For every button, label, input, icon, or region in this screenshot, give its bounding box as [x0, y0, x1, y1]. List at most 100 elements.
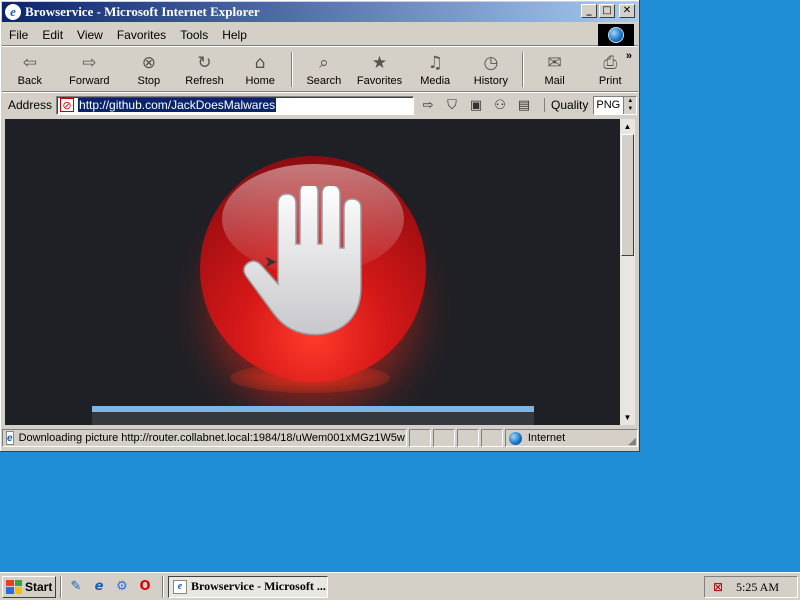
printer-icon: ⎙ — [603, 52, 618, 73]
task-label: Browservice - Microsoft ... — [191, 579, 326, 593]
bookmark-icon[interactable]: ⛉ — [442, 96, 462, 115]
page-content[interactable]: ➤ — [5, 119, 620, 425]
save-page-icon[interactable]: ▣ — [466, 96, 486, 115]
status-bar: e Downloading picture http://router.coll… — [2, 428, 639, 448]
mouse-cursor-icon: ➤ — [264, 252, 278, 271]
hand-icon — [243, 186, 362, 336]
status-panel-empty — [480, 429, 503, 447]
spin-up-icon[interactable]: ▲ — [627, 98, 633, 104]
print-label: Print — [598, 74, 622, 87]
clipboard-icon[interactable]: ▤ — [514, 96, 534, 115]
refresh-button[interactable]: ↻ Refresh — [177, 48, 233, 91]
back-button[interactable]: ⇦ Back — [2, 48, 58, 91]
ie-logo-icon: e — [5, 4, 21, 20]
scroll-down-icon[interactable]: ▼ — [620, 410, 635, 425]
windows-update-icon[interactable]: ⚙ — [112, 577, 132, 597]
page-status-icon: e — [6, 431, 14, 445]
find-binoculars-icon[interactable]: ⚇ — [490, 96, 510, 115]
ie-task-icon: e — [173, 579, 187, 594]
stop-icon: ⊗ — [141, 52, 156, 73]
quality-value: PNG — [596, 99, 621, 111]
window-title: Browservice - Microsoft Internet Explore… — [25, 4, 260, 19]
back-arrow-icon: ⇦ — [22, 52, 37, 73]
browser-window: e Browservice - Microsoft Internet Explo… — [0, 0, 640, 452]
internet-explorer-icon[interactable]: e — [89, 577, 109, 597]
zone-label: Internet — [527, 432, 566, 444]
toolbar-separator — [291, 52, 294, 87]
go-arrow-icon[interactable]: ⇨ — [418, 96, 438, 115]
address-bar: Address ⊘ http://github.com/JackDoesMalw… — [2, 94, 638, 116]
start-label: Start — [25, 579, 53, 594]
refresh-icon: ↻ — [197, 52, 212, 73]
menu-tools[interactable]: Tools — [173, 28, 215, 42]
taskbar-separator — [162, 575, 164, 598]
vertical-scrollbar[interactable]: ▲ ▼ — [620, 119, 635, 425]
search-button[interactable]: ⌕ Search — [296, 48, 352, 91]
favorites-label: Favorites — [356, 74, 403, 87]
back-label: Back — [17, 74, 43, 87]
address-label: Address — [8, 98, 53, 112]
title-bar[interactable]: e Browservice - Microsoft Internet Explo… — [2, 2, 638, 22]
toolbar-more-chevron-icon[interactable]: » — [626, 50, 632, 62]
favorites-folder-icon: ★ — [371, 52, 388, 73]
menu-bar: File Edit View Favorites Tools Help — [2, 24, 638, 46]
mail-label: Mail — [544, 74, 565, 87]
internet-zone-globe-icon — [508, 431, 522, 445]
quality-spinner[interactable]: ▲ ▼ — [623, 96, 637, 114]
home-icon: ⌂ — [254, 52, 266, 73]
forward-button[interactable]: ⇨ Forward — [58, 48, 121, 91]
quality-select[interactable]: PNG ▲ ▼ — [593, 95, 638, 115]
standard-toolbar: ⇦ Back ⇨ Forward ⊗ Stop ↻ Refresh ⌂ Home… — [2, 48, 638, 92]
history-button[interactable]: ◷ History — [463, 48, 519, 91]
status-text: Downloading picture http://router.collab… — [18, 432, 405, 444]
taskbar-separator — [60, 575, 62, 598]
taskbar: Start ✎ e ⚙ O e Browservice - Microsoft … — [0, 572, 800, 600]
security-zone-panel: Internet — [504, 429, 639, 447]
resize-grip-icon[interactable]: ◢ — [628, 436, 636, 447]
status-text-panel: e Downloading picture http://router.coll… — [2, 429, 408, 447]
minimize-button[interactable]: _ — [581, 4, 597, 18]
media-icon: ♫ — [427, 52, 443, 73]
mail-icon: ✉ — [547, 52, 562, 73]
home-button[interactable]: ⌂ Home — [232, 48, 288, 91]
menu-file[interactable]: File — [2, 28, 35, 42]
show-desktop-icon[interactable]: ✎ — [66, 577, 86, 597]
spin-down-icon[interactable]: ▼ — [627, 106, 633, 112]
home-label: Home — [245, 74, 275, 87]
stop-hand-sign-image — [200, 156, 426, 382]
close-button[interactable]: ✕ — [619, 4, 635, 18]
quality-label: Quality — [544, 98, 588, 112]
menu-view[interactable]: View — [70, 28, 110, 42]
menu-favorites[interactable]: Favorites — [110, 28, 173, 42]
globe-icon — [608, 27, 624, 43]
status-panel-empty — [457, 429, 479, 447]
scroll-up-icon[interactable]: ▲ — [620, 119, 635, 134]
broken-page-icon: ⊘ — [60, 98, 75, 112]
address-input[interactable]: ⊘ http://github.com/JackDoesMalwares — [56, 95, 415, 115]
stop-label: Stop — [137, 74, 161, 87]
refresh-label: Refresh — [185, 74, 224, 87]
stop-button[interactable]: ⊗ Stop — [121, 48, 177, 91]
maximize-button[interactable]: □ — [599, 4, 615, 18]
history-icon: ◷ — [483, 52, 499, 73]
toolbar-separator — [521, 52, 524, 87]
favorites-button[interactable]: ★ Favorites — [352, 48, 408, 91]
clock[interactable]: 5:25 AM — [736, 580, 779, 595]
opera-icon[interactable]: O — [135, 577, 155, 597]
task-browservice[interactable]: e Browservice - Microsoft ... — [168, 575, 328, 598]
forward-arrow-icon: ⇨ — [82, 52, 97, 73]
address-url[interactable]: http://github.com/JackDoesMalwares — [78, 98, 277, 112]
status-panel-empty — [433, 429, 456, 447]
system-tray: ⊠ 5:25 AM — [704, 576, 798, 598]
menu-help[interactable]: Help — [215, 28, 254, 42]
menu-edit[interactable]: Edit — [35, 28, 70, 42]
tray-alert-icon[interactable]: ⊠ — [710, 579, 726, 595]
ie-throbber — [598, 24, 634, 46]
page-bottom-panel — [92, 406, 534, 425]
media-button[interactable]: ♫ Media — [407, 48, 463, 91]
windows-logo-icon — [6, 579, 22, 594]
mail-button[interactable]: ✉ Mail — [527, 48, 583, 91]
scroll-thumb[interactable] — [621, 134, 634, 256]
search-icon: ⌕ — [319, 52, 329, 73]
start-button[interactable]: Start — [2, 575, 56, 598]
